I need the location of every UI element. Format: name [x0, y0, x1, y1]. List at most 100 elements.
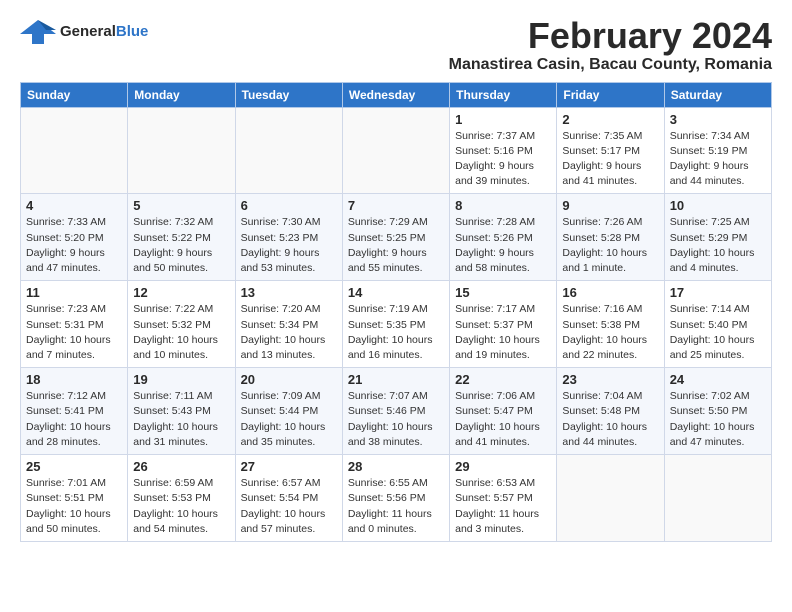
- day-info: Sunrise: 7:22 AMSunset: 5:32 PMDaylight:…: [133, 302, 229, 363]
- day-info: Sunrise: 7:12 AMSunset: 5:41 PMDaylight:…: [26, 389, 122, 450]
- calendar-cell: [557, 455, 664, 542]
- calendar-cell: 17 Sunrise: 7:14 AMSunset: 5:40 PMDayligh…: [664, 281, 771, 368]
- day-number: 15: [455, 285, 551, 300]
- calendar-cell: 28 Sunrise: 6:55 AMSunset: 5:56 PMDayligh…: [342, 455, 449, 542]
- location-title: Manastirea Casin, Bacau County, Romania: [449, 56, 772, 74]
- day-number: 21: [348, 372, 444, 387]
- day-info: Sunrise: 7:29 AMSunset: 5:25 PMDaylight:…: [348, 215, 444, 276]
- day-info: Sunrise: 7:04 AMSunset: 5:48 PMDaylight:…: [562, 389, 658, 450]
- day-number: 2: [562, 112, 658, 127]
- title-area: February 2024 Manastirea Casin, Bacau Co…: [449, 16, 772, 74]
- day-info: Sunrise: 7:06 AMSunset: 5:47 PMDaylight:…: [455, 389, 551, 450]
- day-number: 16: [562, 285, 658, 300]
- day-number: 3: [670, 112, 766, 127]
- calendar-cell: 2 Sunrise: 7:35 AMSunset: 5:17 PMDaylight…: [557, 107, 664, 194]
- day-info: Sunrise: 7:20 AMSunset: 5:34 PMDaylight:…: [241, 302, 337, 363]
- calendar-cell: 29 Sunrise: 6:53 AMSunset: 5:57 PMDayligh…: [450, 455, 557, 542]
- calendar-cell: 7 Sunrise: 7:29 AMSunset: 5:25 PMDaylight…: [342, 194, 449, 281]
- calendar-cell: 4 Sunrise: 7:33 AMSunset: 5:20 PMDaylight…: [21, 194, 128, 281]
- calendar-cell: 23 Sunrise: 7:04 AMSunset: 5:48 PMDayligh…: [557, 368, 664, 455]
- calendar-cell: 25 Sunrise: 7:01 AMSunset: 5:51 PMDayligh…: [21, 455, 128, 542]
- calendar-cell: 22 Sunrise: 7:06 AMSunset: 5:47 PMDayligh…: [450, 368, 557, 455]
- calendar-cell: 5Sunrise: 7:32 AMSunset: 5:22 PMDaylight…: [128, 194, 235, 281]
- calendar-cell: 14 Sunrise: 7:19 AMSunset: 5:35 PMDayligh…: [342, 281, 449, 368]
- day-info: Sunrise: 6:53 AMSunset: 5:57 PMDaylight:…: [455, 476, 551, 537]
- calendar-cell: 20 Sunrise: 7:09 AMSunset: 5:44 PMDayligh…: [235, 368, 342, 455]
- day-number: 27: [241, 459, 337, 474]
- day-number: 4: [26, 198, 122, 213]
- calendar-cell: 10Sunrise: 7:25 AMSunset: 5:29 PMDayligh…: [664, 194, 771, 281]
- day-number: 11: [26, 285, 122, 300]
- calendar-table: SundayMondayTuesdayWednesdayThursdayFrid…: [20, 82, 772, 542]
- day-info: Sunrise: 7:34 AMSunset: 5:19 PMDaylight:…: [670, 129, 766, 190]
- day-info: Sunrise: 7:19 AMSunset: 5:35 PMDaylight:…: [348, 302, 444, 363]
- day-number: 24: [670, 372, 766, 387]
- day-number: 9: [562, 198, 658, 213]
- day-number: 20: [241, 372, 337, 387]
- calendar-cell: 1 Sunrise: 7:37 AMSunset: 5:16 PMDaylight…: [450, 107, 557, 194]
- logo: GeneralBlue: [20, 16, 148, 46]
- calendar-week-4: 18 Sunrise: 7:12 AMSunset: 5:41 PMDayligh…: [21, 368, 772, 455]
- calendar-cell: 13Sunrise: 7:20 AMSunset: 5:34 PMDayligh…: [235, 281, 342, 368]
- calendar-cell: 9 Sunrise: 7:26 AMSunset: 5:28 PMDaylight…: [557, 194, 664, 281]
- calendar-cell: [342, 107, 449, 194]
- day-info: Sunrise: 7:09 AMSunset: 5:44 PMDaylight:…: [241, 389, 337, 450]
- day-number: 1: [455, 112, 551, 127]
- col-header-wednesday: Wednesday: [342, 82, 449, 107]
- day-number: 14: [348, 285, 444, 300]
- calendar-cell: [664, 455, 771, 542]
- day-number: 22: [455, 372, 551, 387]
- day-info: Sunrise: 7:16 AMSunset: 5:38 PMDaylight:…: [562, 302, 658, 363]
- col-header-monday: Monday: [128, 82, 235, 107]
- calendar-cell: 24 Sunrise: 7:02 AMSunset: 5:50 PMDayligh…: [664, 368, 771, 455]
- calendar-cell: 11 Sunrise: 7:23 AMSunset: 5:31 PMDayligh…: [21, 281, 128, 368]
- day-info: Sunrise: 7:07 AMSunset: 5:46 PMDaylight:…: [348, 389, 444, 450]
- day-number: 28: [348, 459, 444, 474]
- calendar-week-3: 11 Sunrise: 7:23 AMSunset: 5:31 PMDayligh…: [21, 281, 772, 368]
- day-number: 12: [133, 285, 229, 300]
- calendar-cell: 21 Sunrise: 7:07 AMSunset: 5:46 PMDayligh…: [342, 368, 449, 455]
- calendar-cell: 19 Sunrise: 7:11 AMSunset: 5:43 PMDayligh…: [128, 368, 235, 455]
- calendar-week-1: 1 Sunrise: 7:37 AMSunset: 5:16 PMDaylight…: [21, 107, 772, 194]
- day-number: 7: [348, 198, 444, 213]
- day-info: Sunrise: 7:26 AMSunset: 5:28 PMDaylight:…: [562, 215, 658, 276]
- day-number: 25: [26, 459, 122, 474]
- calendar-cell: [128, 107, 235, 194]
- day-info: Sunrise: 7:11 AMSunset: 5:43 PMDaylight:…: [133, 389, 229, 450]
- day-number: 10: [670, 198, 766, 213]
- col-header-tuesday: Tuesday: [235, 82, 342, 107]
- calendar-cell: 26Sunrise: 6:59 AMSunset: 5:53 PMDayligh…: [128, 455, 235, 542]
- calendar-week-5: 25 Sunrise: 7:01 AMSunset: 5:51 PMDayligh…: [21, 455, 772, 542]
- day-number: 17: [670, 285, 766, 300]
- day-info: Sunrise: 7:17 AMSunset: 5:37 PMDaylight:…: [455, 302, 551, 363]
- calendar-cell: 12 Sunrise: 7:22 AMSunset: 5:32 PMDayligh…: [128, 281, 235, 368]
- day-info: Sunrise: 7:33 AMSunset: 5:20 PMDaylight:…: [26, 215, 122, 276]
- day-info: Sunrise: 7:28 AMSunset: 5:26 PMDaylight:…: [455, 215, 551, 276]
- day-info: Sunrise: 7:30 AMSunset: 5:23 PMDaylight:…: [241, 215, 337, 276]
- calendar-cell: 18 Sunrise: 7:12 AMSunset: 5:41 PMDayligh…: [21, 368, 128, 455]
- col-header-sunday: Sunday: [21, 82, 128, 107]
- calendar-cell: 8 Sunrise: 7:28 AMSunset: 5:26 PMDaylight…: [450, 194, 557, 281]
- calendar-cell: [235, 107, 342, 194]
- day-info: Sunrise: 6:57 AMSunset: 5:54 PMDaylight:…: [241, 476, 337, 537]
- col-header-friday: Friday: [557, 82, 664, 107]
- day-number: 19: [133, 372, 229, 387]
- day-number: 18: [26, 372, 122, 387]
- day-info: Sunrise: 7:14 AMSunset: 5:40 PMDaylight:…: [670, 302, 766, 363]
- day-info: Sunrise: 7:02 AMSunset: 5:50 PMDaylight:…: [670, 389, 766, 450]
- calendar-week-2: 4 Sunrise: 7:33 AMSunset: 5:20 PMDaylight…: [21, 194, 772, 281]
- day-number: 29: [455, 459, 551, 474]
- calendar-cell: 27 Sunrise: 6:57 AMSunset: 5:54 PMDayligh…: [235, 455, 342, 542]
- calendar-cell: 15 Sunrise: 7:17 AMSunset: 5:37 PMDayligh…: [450, 281, 557, 368]
- day-info: Sunrise: 6:55 AMSunset: 5:56 PMDaylight:…: [348, 476, 444, 537]
- day-number: 6: [241, 198, 337, 213]
- day-number: 8: [455, 198, 551, 213]
- day-info: Sunrise: 7:35 AMSunset: 5:17 PMDaylight:…: [562, 129, 658, 190]
- day-number: 23: [562, 372, 658, 387]
- day-info: Sunrise: 7:23 AMSunset: 5:31 PMDaylight:…: [26, 302, 122, 363]
- calendar-cell: 16 Sunrise: 7:16 AMSunset: 5:38 PMDayligh…: [557, 281, 664, 368]
- day-info: Sunrise: 7:01 AMSunset: 5:51 PMDaylight:…: [26, 476, 122, 537]
- col-header-saturday: Saturday: [664, 82, 771, 107]
- day-number: 5: [133, 198, 229, 213]
- day-info: Sunrise: 7:37 AMSunset: 5:16 PMDaylight:…: [455, 129, 551, 190]
